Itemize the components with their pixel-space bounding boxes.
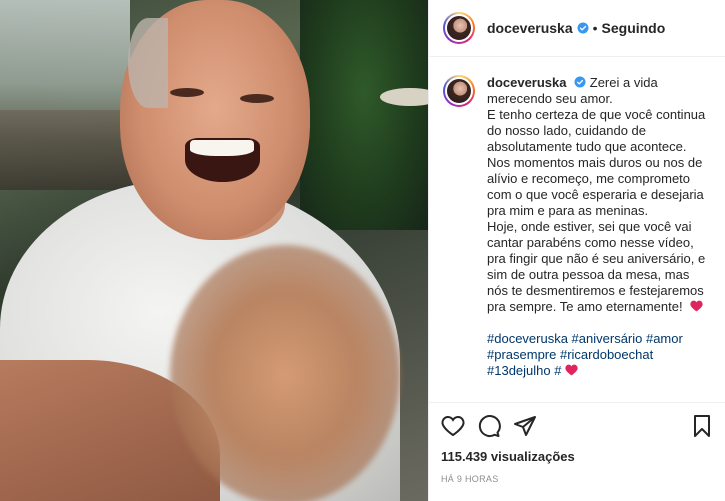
post-actions: 115.439 visualizações HÁ 9 HORAS: [429, 402, 725, 501]
view-count[interactable]: 115.439 visualizações: [441, 449, 714, 464]
following-button[interactable]: Seguindo: [602, 20, 666, 36]
caption-line: Nos momentos mais duros ou nos de: [487, 155, 703, 170]
comment-bubble-icon[interactable]: [477, 414, 501, 438]
paper-plane-icon[interactable]: [513, 414, 537, 438]
caption-line: do nosso lado, cuidando de: [487, 123, 647, 138]
caption-line: nós te desmentiremos e festejaremos: [487, 283, 704, 298]
post-timestamp[interactable]: HÁ 9 HORAS: [441, 474, 714, 484]
caption-line: merecendo seu amor.: [487, 91, 613, 106]
verified-badge-icon: [577, 22, 589, 34]
caption-line: Hoje, onde estiver, sei que você vai: [487, 219, 692, 234]
caption-line: absolutamente tudo que acontece.: [487, 139, 687, 154]
verified-badge-icon: [574, 76, 586, 88]
caption-line: doceveruska Zerei a vida: [487, 75, 711, 91]
person-hair: [128, 18, 168, 108]
red-heart-emoji: [565, 364, 578, 376]
hashtag-line[interactable]: #doceveruska #aniversário #amor: [487, 331, 711, 347]
caption-username[interactable]: doceveruska: [487, 75, 567, 90]
caption-line-text: pra sempre. Te amo eternamente!: [487, 299, 683, 314]
caption-line: E tenho certeza de que você continua: [487, 107, 706, 122]
caption-line-text: Zerei a vida: [589, 75, 658, 90]
post-sidebar: doceveruska • Seguindo doceveruska Zerei…: [428, 0, 725, 501]
caption-line: sim de outra pessoa da mesa, mas: [487, 267, 690, 282]
bookmark-icon[interactable]: [690, 414, 714, 438]
heart-outline-icon[interactable]: [441, 414, 465, 438]
avatar[interactable]: [443, 12, 475, 44]
caption-avatar[interactable]: [443, 75, 475, 107]
action-icons: [441, 411, 714, 441]
caption-line: pra sempre. Te amo eternamente!: [487, 299, 711, 315]
caption-section: doceveruska Zerei a vida merecendo seu a…: [429, 57, 725, 402]
hashtag-line: #13dejulho #: [487, 363, 711, 379]
caption-line: com o que você esperaria e desejaria: [487, 187, 704, 202]
post-video[interactable]: [0, 0, 428, 501]
hashtag-line-text[interactable]: #13dejulho #: [487, 363, 561, 378]
red-heart-emoji: [690, 300, 703, 312]
person-teeth: [190, 140, 254, 156]
header-username[interactable]: doceveruska: [487, 20, 573, 36]
caption-line: cantar parabéns como nesse vídeo,: [487, 235, 694, 250]
blurred-hand: [170, 245, 400, 501]
caption-line: pra fingir que não é seu aniversário, e: [487, 251, 706, 266]
post-header: doceveruska • Seguindo: [429, 0, 725, 57]
person-eye-right: [240, 94, 274, 103]
hashtag-line[interactable]: #prasempre #ricardoboechat: [487, 347, 711, 363]
caption-line: alívio e recomeço, me comprometo: [487, 171, 691, 186]
separator-dot: •: [592, 20, 598, 36]
caption-text: doceveruska Zerei a vida merecendo seu a…: [487, 75, 711, 402]
background-plants: [300, 0, 428, 230]
person-eye-left: [170, 88, 204, 97]
caption-line: pra mim e para as meninas.: [487, 203, 649, 218]
hashtags: #doceveruska #aniversário #amor #prasemp…: [487, 331, 711, 379]
